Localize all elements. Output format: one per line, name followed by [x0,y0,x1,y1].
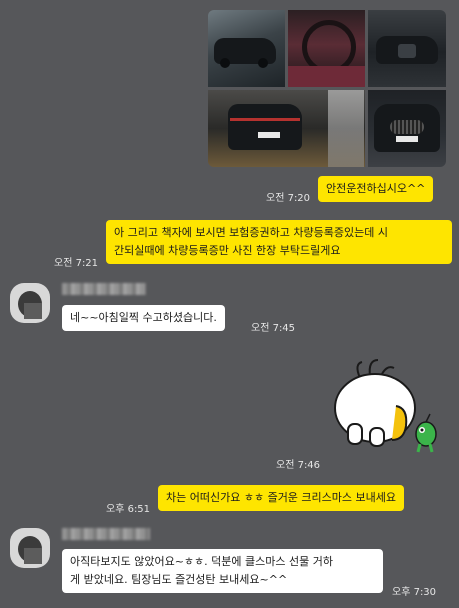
car-photo-2[interactable] [288,10,365,87]
avatar[interactable] [10,528,50,568]
sticker-image [334,359,437,453]
sender-name-blurred [62,283,146,295]
sticker-message[interactable] [330,356,442,456]
message-text-line-1: 아직타보지도 않았어요~ㅎㅎ. 덕분에 클스마스 선물 거하 [70,555,333,568]
car-photo-4[interactable] [208,90,365,167]
message-time: 오후 7:30 [392,587,437,598]
my-message-bubble[interactable]: 아 그리고 책자에 보시면 보험증권하고 차량등록증있는데 시 간되실때에 차량… [106,220,452,264]
avatar[interactable] [10,283,50,323]
message-text-line-2: 간되실때에 차량등록증만 사진 한장 부탁드릴게요 [114,244,341,257]
car-photo-1[interactable] [208,10,285,87]
my-message-bubble[interactable]: 안전운전하십시오^^ [318,176,434,202]
message-text-line-1: 아 그리고 책자에 보시면 보험증권하고 차량등록증있는데 시 [114,226,388,239]
message-time: 오후 6:51 [106,504,151,515]
message-time: 오전 7:46 [276,460,321,471]
car-photo-5[interactable] [368,90,446,167]
car-photo-3[interactable] [368,10,446,87]
message-time: 오전 7:45 [251,323,296,334]
my-message-bubble[interactable]: 차는 어떠신가요 ㅎㅎ 즐거운 크리스마스 보내세요 [158,485,405,511]
message-time: 오전 7:20 [266,193,311,204]
message-time: 오전 7:21 [54,258,99,269]
photo-grid-message[interactable] [208,10,446,167]
other-message-bubble[interactable]: 네~~아침일찍 수고하셨습니다. [62,305,225,331]
other-message-bubble[interactable]: 아직타보지도 않았어요~ㅎㅎ. 덕분에 클스마스 선물 거하 게 받았네요. 팀… [62,549,383,593]
sender-name-blurred [62,528,150,540]
message-text-line-2: 게 받았네요. 팀장님도 즐건성탄 보내세요~^^ [70,573,288,586]
